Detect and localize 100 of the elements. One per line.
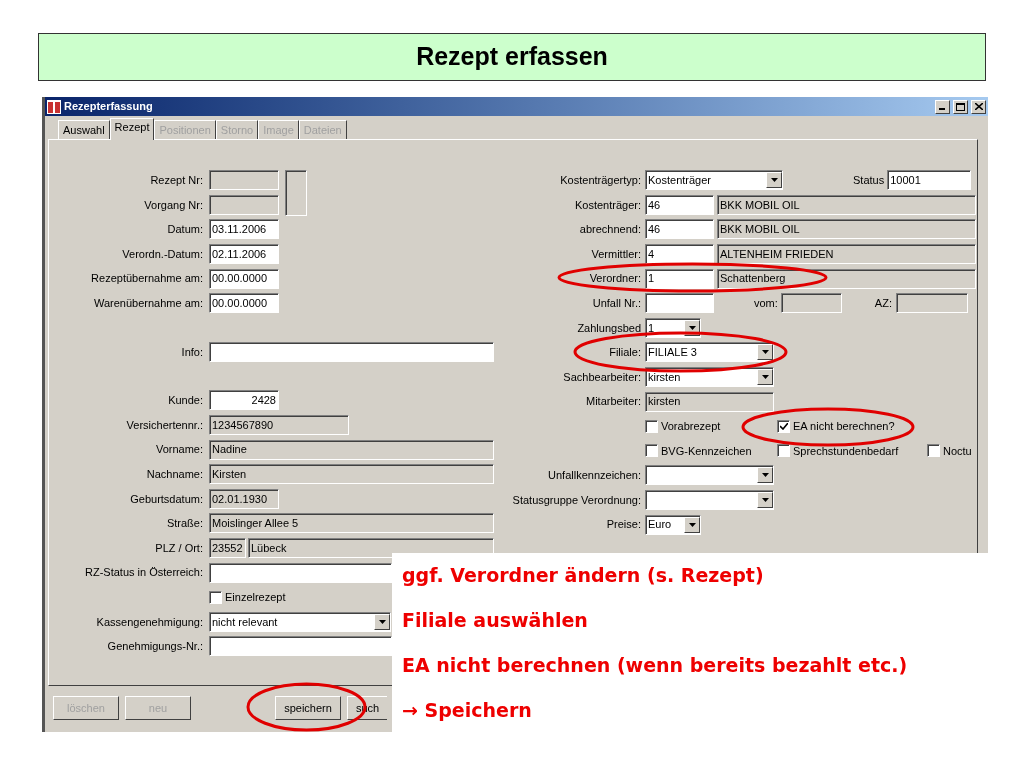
field-label: Kostenträgertyp:: [560, 173, 641, 189]
input-field[interactable]: [209, 636, 392, 657]
caret-icon: [761, 473, 769, 478]
dropdown-button[interactable]: [684, 516, 700, 533]
input-field[interactable]: [645, 293, 714, 314]
readonly-field: [780, 293, 842, 314]
number-box: [285, 170, 307, 217]
field-label: Vorname:: [155, 442, 203, 458]
field-label: Mitarbeiter:: [585, 394, 641, 410]
caret-icon: [761, 498, 769, 502]
close-button[interactable]: [971, 99, 986, 114]
checkbox-label: Einzelrezept: [225, 589, 286, 605]
callout-text: EA nicht berechnen (wenn bereits bezahlt etc.): [402, 653, 909, 678]
app-icon: [47, 99, 61, 114]
field-label: vom:: [754, 296, 778, 311]
readonly-field: 02.01.1930: [209, 488, 279, 509]
readonly-field: BKK MOBIL OIL: [717, 219, 976, 240]
field-label: Verordn.-Datum:: [122, 246, 203, 262]
field-label: Rezept Nr:: [150, 173, 203, 189]
field-label: Sachbearbeiter:: [563, 369, 641, 385]
dropdown-button[interactable]: [766, 172, 782, 189]
readonly-field: Moislinger Allee 5: [209, 513, 494, 534]
checkbox[interactable]: [927, 444, 940, 458]
checkbox[interactable]: [209, 590, 222, 604]
dropdown-field[interactable]: Euro: [645, 514, 701, 535]
input-field[interactable]: 46: [645, 194, 714, 215]
input-field[interactable]: 46: [645, 219, 714, 240]
input-field[interactable]: 1: [645, 268, 714, 289]
field-label: Vorgang Nr:: [144, 197, 203, 213]
action-button[interactable]: speichern: [275, 696, 341, 720]
input-field[interactable]: 4: [645, 244, 714, 265]
callout-text: → Speichern: [402, 698, 533, 723]
checkbox-label: BVG-Kennzeichen: [661, 443, 752, 459]
tab[interactable]: Rezept: [109, 118, 155, 140]
field-label: Unfall Nr.:: [592, 296, 641, 311]
checkbox[interactable]: [645, 444, 658, 458]
caret-icon: [761, 375, 769, 380]
dropdown-button[interactable]: [757, 492, 773, 508]
caret-icon: [688, 325, 696, 330]
readonly-field: ALTENHEIM FRIEDEN: [717, 244, 976, 265]
minimize-button[interactable]: [935, 99, 950, 114]
dropdown-field[interactable]: [645, 465, 774, 486]
readonly-field: [209, 170, 279, 191]
field-label: Datum:: [167, 222, 203, 238]
readonly-field: [209, 194, 279, 215]
field-label: Nachname:: [146, 467, 203, 482]
maximize-button[interactable]: [953, 99, 968, 114]
field-label: RZ-Status in Österreich:: [85, 565, 203, 581]
caret-icon: [688, 522, 696, 527]
checkbox[interactable]: [777, 419, 790, 433]
input-field[interactable]: [209, 562, 392, 583]
field-label: Verordner:: [589, 271, 641, 287]
input-field[interactable]: 00.00.0000: [209, 268, 279, 289]
field-label: Info:: [181, 344, 203, 360]
field-label: Zahlungsbed: [577, 320, 641, 336]
input-field[interactable]: 2428: [209, 390, 279, 411]
close-icon: [974, 103, 983, 110]
dropdown-button[interactable]: [757, 369, 773, 386]
readonly-field: Lübeck: [248, 538, 494, 558]
maximize-icon: [956, 102, 965, 111]
field-label: Genehmigungs-Nr.:: [107, 639, 203, 655]
dropdown-field[interactable]: FILIALE 3: [645, 342, 774, 363]
field-label: Straße:: [166, 516, 203, 532]
dropdown-button[interactable]: [374, 613, 390, 630]
tab[interactable]: Auswahl: [58, 120, 110, 139]
window-title: Rezepterfassung: [64, 99, 154, 115]
field-label: Geburtsdatum:: [130, 491, 203, 507]
field-label: Preise:: [606, 517, 641, 533]
dropdown-field[interactable]: 1: [645, 317, 701, 338]
input-field[interactable]: 10001: [887, 170, 972, 191]
input-field[interactable]: 02.11.2006: [209, 244, 279, 265]
input-field[interactable]: 03.11.2006: [209, 219, 279, 240]
readonly-field: kirsten: [645, 391, 774, 412]
field-label: Vermittler:: [591, 246, 641, 262]
field-label: Status: [853, 173, 885, 189]
field-label: Statusgruppe Verordnung:: [512, 492, 641, 508]
input-field[interactable]: 00.00.0000: [209, 293, 279, 314]
checkbox-label: EA nicht berechnen?: [793, 419, 895, 434]
field-label: Rezeptübernahme am:: [91, 271, 203, 287]
caret-icon: [770, 178, 778, 183]
dropdown-button[interactable]: [757, 344, 773, 361]
field-label: PLZ / Ort:: [155, 540, 203, 556]
readonly-field: Schattenberg: [717, 268, 976, 289]
caret-icon: [378, 619, 386, 624]
field-label: Kunde:: [168, 393, 203, 409]
field-label: Kostenträger:: [574, 197, 641, 213]
dropdown-button[interactable]: [757, 467, 773, 484]
callout-text: ggf. Verordner ändern (s. Rezept): [402, 563, 765, 588]
field-label: Versichertennr.:: [126, 417, 203, 433]
field-label: AZ:: [874, 296, 892, 311]
checkbox-label: Vorabrezept: [661, 419, 721, 434]
checkbox[interactable]: [645, 419, 658, 433]
dropdown-field[interactable]: [645, 490, 774, 510]
input-field[interactable]: [209, 341, 494, 362]
field-label: Kassengenehmigung:: [96, 614, 203, 630]
dropdown-field[interactable]: nicht relevant: [209, 611, 391, 632]
dropdown-field[interactable]: Kostenträger: [645, 170, 783, 191]
readonly-field: Nadine: [209, 439, 494, 460]
checkbox[interactable]: [777, 444, 790, 458]
readonly-field: 1234567890: [209, 415, 349, 436]
